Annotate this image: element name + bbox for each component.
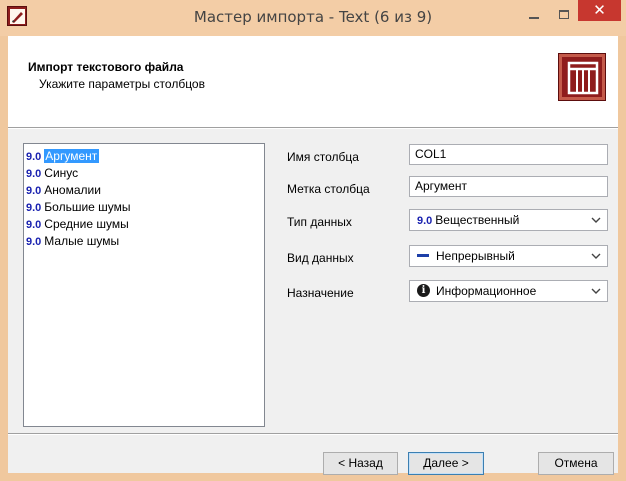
chevron-down-icon: [591, 288, 601, 294]
chevron-down-icon: [591, 253, 601, 259]
list-item[interactable]: 9.0 Малые шумы: [26, 233, 262, 250]
maximize-button[interactable]: [551, 6, 577, 26]
list-item-label: Большие шумы: [44, 200, 131, 214]
list-item[interactable]: 9.0 Аномалии: [26, 182, 262, 199]
numeric-type-icon: 9.0: [26, 185, 42, 197]
import-wizard-window: Мастер импорта - Text (6 из 9) ✕ Импорт …: [0, 0, 626, 481]
list-item[interactable]: 9.0 Средние шумы: [26, 216, 262, 233]
list-item[interactable]: 9.0 Большие шумы: [26, 199, 262, 216]
numeric-type-icon: 9.0: [26, 151, 42, 163]
chevron-down-icon: [591, 217, 601, 223]
wizard-header: Импорт текстового файла Укажите параметр…: [8, 36, 618, 128]
list-item-label: Аргумент: [44, 149, 100, 163]
numeric-type-icon: 9.0: [26, 236, 42, 248]
real-number-icon: 9.0: [417, 215, 433, 227]
list-item-label: Синус: [44, 166, 79, 180]
data-type-label: Тип данных: [287, 215, 352, 229]
table-logo-icon: [567, 61, 599, 95]
purpose-value: Информационное: [436, 284, 537, 298]
list-item[interactable]: 9.0 Аргумент: [26, 148, 264, 165]
continuous-dash-icon: [417, 254, 429, 258]
columns-list[interactable]: 9.0 Аргумент 9.0 Синус 9.0 Аномалии 9.0 Боль…: [23, 143, 265, 427]
purpose-select[interactable]: i Информационное: [409, 280, 608, 302]
header-subtitle: Укажите параметры столбцов: [39, 77, 205, 91]
next-button[interactable]: Далее >: [408, 452, 484, 475]
column-caption-label: Метка столбца: [287, 182, 370, 196]
purpose-label: Назначение: [287, 286, 354, 300]
minimize-button[interactable]: [521, 6, 547, 26]
data-type-select[interactable]: 9.0 Вещественный: [409, 209, 608, 231]
cancel-button[interactable]: Отмена: [538, 452, 614, 475]
close-button[interactable]: ✕: [578, 0, 621, 21]
data-type-value: Вещественный: [435, 213, 520, 227]
numeric-type-icon: 9.0: [26, 168, 42, 180]
maximize-icon: [559, 10, 569, 19]
wizard-logo-icon: [558, 53, 606, 101]
back-button[interactable]: < Назад: [323, 452, 398, 475]
minimize-icon: [529, 17, 539, 19]
column-name-label: Имя столбца: [287, 150, 359, 164]
list-item-label: Аномалии: [44, 183, 101, 197]
data-kind-value: Непрерывный: [436, 249, 515, 263]
wizard-footer: < Назад Далее > Отмена: [8, 435, 618, 475]
info-icon: i: [417, 284, 430, 298]
data-kind-select[interactable]: Непрерывный: [409, 245, 608, 267]
wizard-client-area: Импорт текстового файла Укажите параметр…: [8, 36, 618, 475]
data-kind-label: Вид данных: [287, 251, 354, 265]
title-bar[interactable]: Мастер импорта - Text (6 из 9) ✕: [0, 0, 626, 36]
close-icon: ✕: [593, 1, 606, 19]
wizard-body: 9.0 Аргумент 9.0 Синус 9.0 Аномалии 9.0 Боль…: [8, 129, 618, 434]
column-caption-input[interactable]: Аргумент: [409, 176, 608, 197]
list-item[interactable]: 9.0 Синус: [26, 165, 262, 182]
numeric-type-icon: 9.0: [26, 202, 42, 214]
list-item-label: Малые шумы: [44, 234, 120, 248]
header-title: Импорт текстового файла: [28, 60, 184, 74]
list-item-label: Средние шумы: [44, 217, 129, 231]
column-name-input[interactable]: COL1: [409, 144, 608, 165]
numeric-type-icon: 9.0: [26, 219, 42, 231]
